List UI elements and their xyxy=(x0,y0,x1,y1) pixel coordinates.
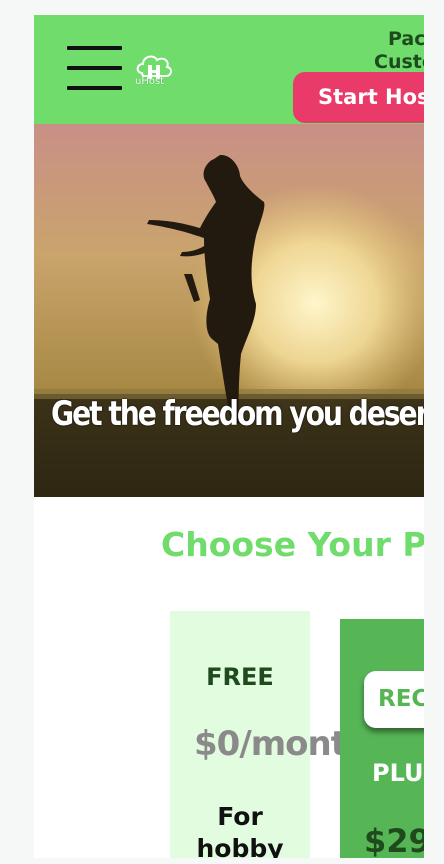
hero-image xyxy=(34,124,424,497)
menu-bar xyxy=(67,66,122,70)
page-frame: uHost Packages Customers Start Hosting xyxy=(34,15,424,858)
nav-link-packages[interactable]: Packages xyxy=(374,28,424,51)
plan-card-free[interactable]: FREE $0/month For hobby xyxy=(170,611,370,858)
plan-tier: PLUS xyxy=(372,759,424,787)
plan-tier: FREE xyxy=(206,663,274,691)
menu-bar xyxy=(67,86,122,90)
recommended-badge[interactable]: RECOMMENDED xyxy=(364,671,424,728)
hero-headline: Get the freedom you deserve xyxy=(51,394,424,434)
logo-text: uHost xyxy=(135,76,165,87)
main-nav: Packages Customers xyxy=(374,28,424,74)
hero-banner: Get the freedom you deserve xyxy=(34,124,424,497)
pricing-title: Choose Your Plan xyxy=(161,525,424,564)
start-hosting-button[interactable]: Start Hosting xyxy=(293,72,424,123)
plan-price: $29 xyxy=(364,822,424,858)
menu-toggle-button[interactable] xyxy=(67,46,122,92)
plan-card-plus[interactable]: RECOMMENDED PLUS $29 xyxy=(340,619,424,858)
plan-description: For hobby xyxy=(196,802,284,858)
main-header: uHost Packages Customers Start Hosting xyxy=(34,15,424,124)
nav-link-customers[interactable]: Customers xyxy=(374,51,424,74)
menu-bar xyxy=(67,46,122,50)
